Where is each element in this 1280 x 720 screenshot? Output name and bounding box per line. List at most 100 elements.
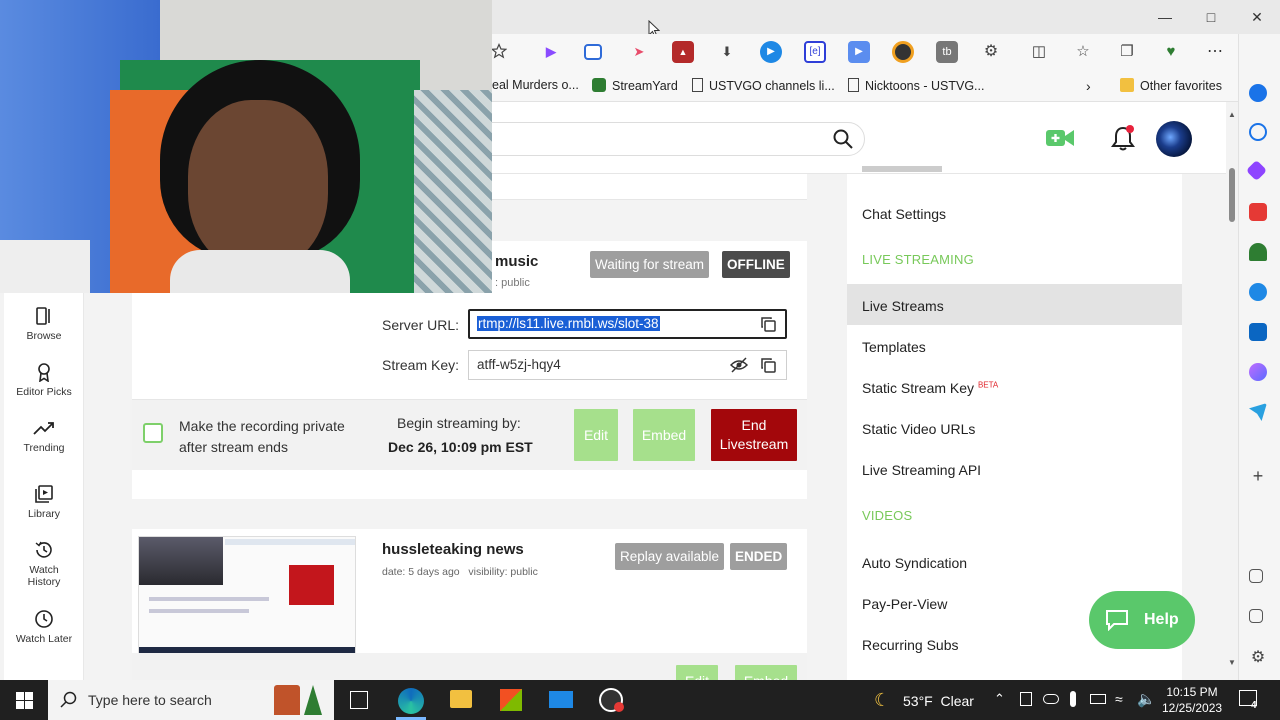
nav-watch-history[interactable]: Watch History [4,540,84,588]
edit-button[interactable]: Edit [574,409,618,461]
embed-button[interactable]: Embed [633,409,695,461]
collections-icon[interactable]: ❐ [1116,41,1138,63]
stream-title[interactable]: music [495,253,538,270]
nav-watch-later[interactable]: Watch Later [4,609,84,645]
designer-icon[interactable] [1249,363,1267,381]
battery-icon[interactable] [1090,694,1106,704]
clock[interactable]: 10:15 PM 12/25/2023 [1162,684,1222,716]
copy-icon[interactable] [760,357,777,374]
past-stream-title[interactable]: hussleteaking news [382,541,524,558]
onedrive-icon[interactable] [1043,694,1059,704]
microphone-icon[interactable] [1070,691,1076,707]
extension-camera-icon[interactable]: ▶ [848,41,870,63]
extension-play-icon[interactable]: ▶ [540,41,562,63]
extension-code-icon[interactable]: [e] [804,41,826,63]
minimize-icon[interactable]: — [1150,6,1180,28]
user-avatar[interactable] [1156,121,1192,157]
nav-editor-picks[interactable]: Editor Picks [4,362,84,398]
games-icon[interactable] [1249,243,1267,261]
task-view-icon[interactable] [350,691,368,709]
outlook-icon[interactable] [1249,323,1267,341]
private-recording-checkbox[interactable] [143,423,163,443]
chevron-up-icon[interactable]: ⌃ [994,691,1005,707]
mail-icon[interactable] [549,691,573,708]
microsoft365-icon[interactable] [1249,283,1267,301]
embed-button[interactable]: Embed [735,665,797,680]
edge-browser-icon[interactable] [398,688,424,714]
scroll-thumb[interactable] [1229,168,1235,222]
favorite-star-icon[interactable] [491,43,507,59]
menu-live-streams[interactable]: Live Streams [862,298,944,314]
extension-record-icon[interactable]: ➤ [628,41,650,63]
nav-library[interactable]: Library [4,484,84,520]
page-scrollbar[interactable]: ▲ ▼ [1226,102,1238,680]
copy-icon[interactable] [760,316,777,333]
extensions-puzzle-icon[interactable]: ⚙ [980,41,1002,63]
volume-icon[interactable]: 🔈 [1137,690,1156,708]
menu-recurring-subs[interactable]: Recurring Subs [862,637,959,653]
edit-button[interactable]: Edit [676,665,718,680]
menu-chat-settings[interactable]: Chat Settings [862,206,946,222]
past-stream-thumbnail[interactable] [138,536,356,655]
weather-text[interactable]: 53°F Clear [903,693,974,709]
nav-label: Library [27,508,61,520]
scroll-down-icon[interactable]: ▼ [1228,658,1236,667]
menu-live-streaming-api[interactable]: Live Streaming API [862,462,981,478]
menu-static-video-urls[interactable]: Static Video URLs [862,421,975,437]
extension-video-icon[interactable]: ▶ [760,41,782,63]
favorites-icon[interactable]: ☆ [1072,41,1094,63]
favorite-folder[interactable]: Other favorites [1120,78,1222,93]
add-sidebar-icon[interactable]: + [1249,467,1267,485]
settings-gear-icon[interactable]: ⚙ [1249,649,1267,667]
extension-chart-icon[interactable]: ▲ [672,41,694,63]
nav-label: Browse [26,330,62,342]
private-line2: after stream ends [179,439,288,455]
external-link-icon[interactable] [1249,609,1263,623]
chevron-right-icon[interactable]: › [1086,78,1091,94]
file-explorer-icon[interactable] [450,690,472,708]
more-options-icon[interactable]: ⋯ [1204,41,1226,63]
windows-start-icon[interactable] [16,692,33,709]
help-label: Help [1144,611,1179,628]
weather-moon-icon: ☾ [874,690,891,710]
extension-screen-icon[interactable] [584,44,602,60]
favorite-item[interactable]: USTVGO channels li... [692,78,835,93]
extension-tb-icon[interactable]: tb [936,41,958,63]
favorite-item[interactable]: StreamYard [592,78,678,93]
wifi-icon[interactable]: ≈ [1115,691,1123,707]
browser-essentials-icon[interactable]: ♥ [1160,41,1182,63]
notifications-bell-icon[interactable] [1110,124,1136,152]
menu-auto-syndication[interactable]: Auto Syndication [862,555,967,571]
store-icon[interactable] [500,689,522,711]
status-badge-replay: Replay available [615,543,725,570]
go-live-camera-icon[interactable] [1045,126,1075,150]
menu-pay-per-view[interactable]: Pay-Per-View [862,596,947,612]
maximize-icon[interactable]: □ [1196,6,1226,28]
help-button[interactable]: Help [1089,591,1195,649]
stream-key-field[interactable]: atff-w5zj-hqy4 [468,350,787,380]
close-icon[interactable]: ✕ [1242,6,1272,28]
search-icon[interactable] [832,128,854,150]
favorite-item[interactable]: Nicktoons - USTVG... [848,78,984,93]
server-url-field[interactable]: rtmp://ls11.live.rmbl.ws/slot-38 [468,309,787,339]
split-screen-icon[interactable]: ◫ [1028,41,1050,63]
menu-templates[interactable]: Templates [862,339,926,355]
nav-browse[interactable]: Browse [4,306,84,342]
past-stream-card: hussleteaking news date: 5 days ago visi… [132,499,807,680]
thumbnail-tabbar [225,539,355,545]
notifications-icon[interactable] [1249,84,1267,102]
scroll-up-icon[interactable]: ▲ [1228,110,1236,119]
tools-icon[interactable] [1249,203,1267,221]
sidebar-layout-icon[interactable] [1249,569,1263,583]
hide-eye-icon[interactable] [730,357,748,373]
end-livestream-button[interactable]: End Livestream [711,409,797,461]
search-sidebar-icon[interactable] [1249,123,1267,141]
meet-icon[interactable] [1020,692,1032,706]
nav-trending[interactable]: Trending [4,418,84,454]
download-icon[interactable]: ⬇ [716,41,738,63]
menu-static-stream-key[interactable]: Static Stream Key BETA [862,380,998,396]
extension-circle-icon[interactable] [892,41,914,63]
taskbar-search-box[interactable]: Type here to search [48,680,334,720]
favorite-item[interactable]: eal Murders o... [492,78,579,92]
search-input[interactable] [460,122,865,156]
